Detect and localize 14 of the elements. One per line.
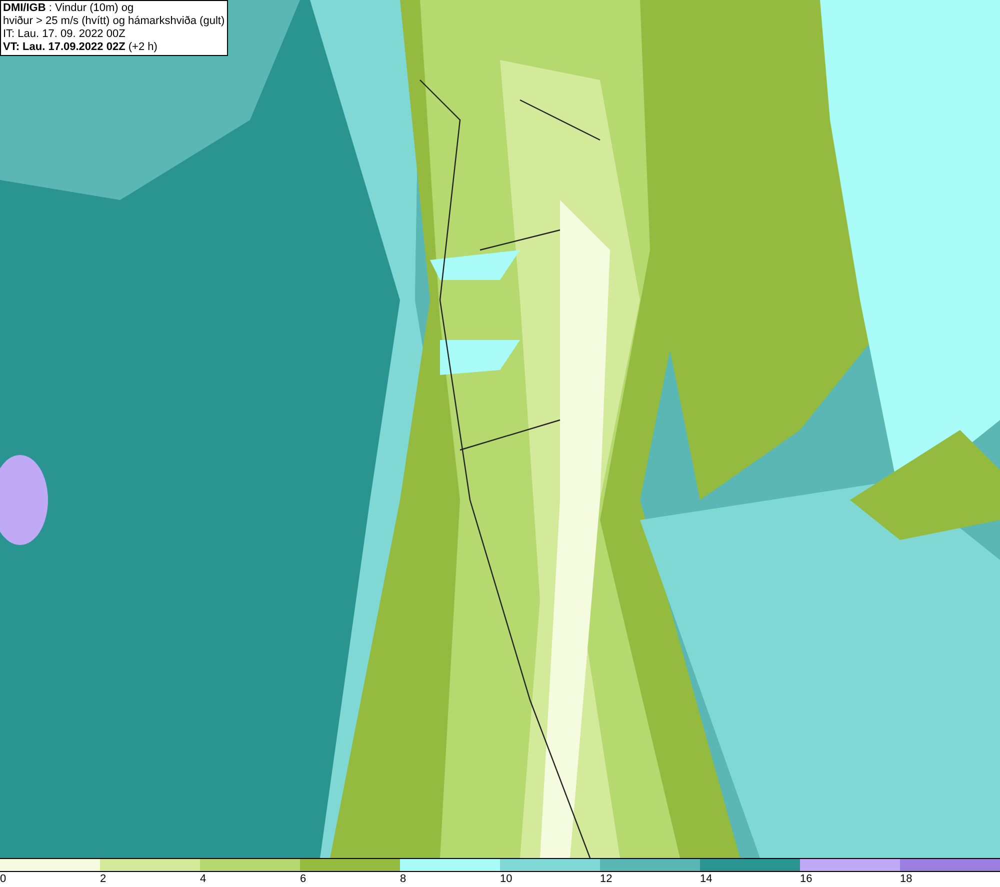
- legend-tick-label: 10: [500, 872, 512, 886]
- legend-tick-label: 4: [200, 872, 206, 886]
- legend-tick-label: 0: [0, 872, 6, 886]
- legend-tick-label: 16: [800, 872, 812, 886]
- legend-tick-label: 6: [300, 872, 306, 886]
- title-line: DMI/IGB : Vindur (10m) og: [3, 2, 135, 15]
- legend-tick-label: 14: [700, 872, 712, 886]
- legend-tick-label: 12: [600, 872, 612, 886]
- title-line: hviður > 25 m/s (hvítt) og hámarkshviða (gult): [3, 15, 225, 28]
- legend-tick-label: 8: [400, 872, 406, 886]
- title-line: VT: Lau. 17.09.2022 02Z (+2 h): [3, 41, 158, 54]
- legend-tick-label: 2: [100, 872, 106, 886]
- title-line: IT: Lau. 17. 09. 2022 00Z: [3, 28, 126, 41]
- legend-tick-label: 18: [900, 872, 912, 886]
